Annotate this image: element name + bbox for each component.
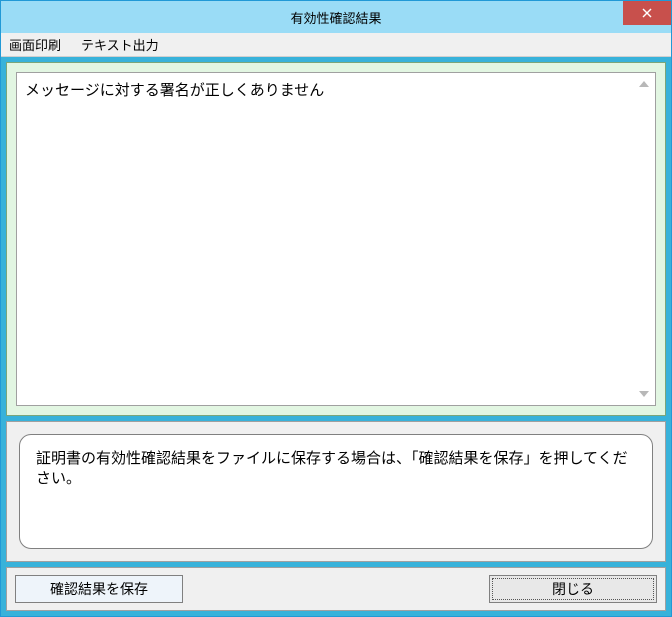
scroll-up-button[interactable] xyxy=(637,77,651,91)
info-text: 証明書の有効性確認結果をファイルに保存する場合は、「確認結果を保存」を押してくだ… xyxy=(36,450,628,487)
chevron-up-icon xyxy=(639,81,649,87)
message-textarea[interactable]: メッセージに対する署名が正しくありません xyxy=(16,72,656,406)
menu-print[interactable]: 画面印刷 xyxy=(5,33,65,56)
scroll-down-button[interactable] xyxy=(637,387,651,401)
menu-text-output[interactable]: テキスト出力 xyxy=(77,33,163,56)
button-bar: 確認結果を保存 閉じる xyxy=(6,567,666,611)
close-icon xyxy=(642,8,652,18)
client-area: メッセージに対する署名が正しくありません 証明書の有効性確認結果をファイルに保存… xyxy=(1,57,671,616)
message-panel: メッセージに対する署名が正しくありません xyxy=(6,62,666,416)
save-result-button[interactable]: 確認結果を保存 xyxy=(15,575,183,603)
chevron-down-icon xyxy=(639,391,649,397)
menubar: 画面印刷 テキスト出力 xyxy=(1,33,671,57)
window: 有効性確認結果 画面印刷 テキスト出力 メッセージに対する署名が正しくありません xyxy=(0,0,672,617)
info-frame: 証明書の有効性確認結果をファイルに保存する場合は、「確認結果を保存」を押してくだ… xyxy=(19,434,653,549)
window-close-button[interactable] xyxy=(623,1,671,25)
close-button[interactable]: 閉じる xyxy=(489,575,657,603)
info-panel: 証明書の有効性確認結果をファイルに保存する場合は、「確認結果を保存」を押してくだ… xyxy=(6,421,666,562)
titlebar: 有効性確認結果 xyxy=(1,1,671,33)
message-text: メッセージに対する署名が正しくありません xyxy=(25,82,324,99)
window-title: 有効性確認結果 xyxy=(1,8,671,27)
